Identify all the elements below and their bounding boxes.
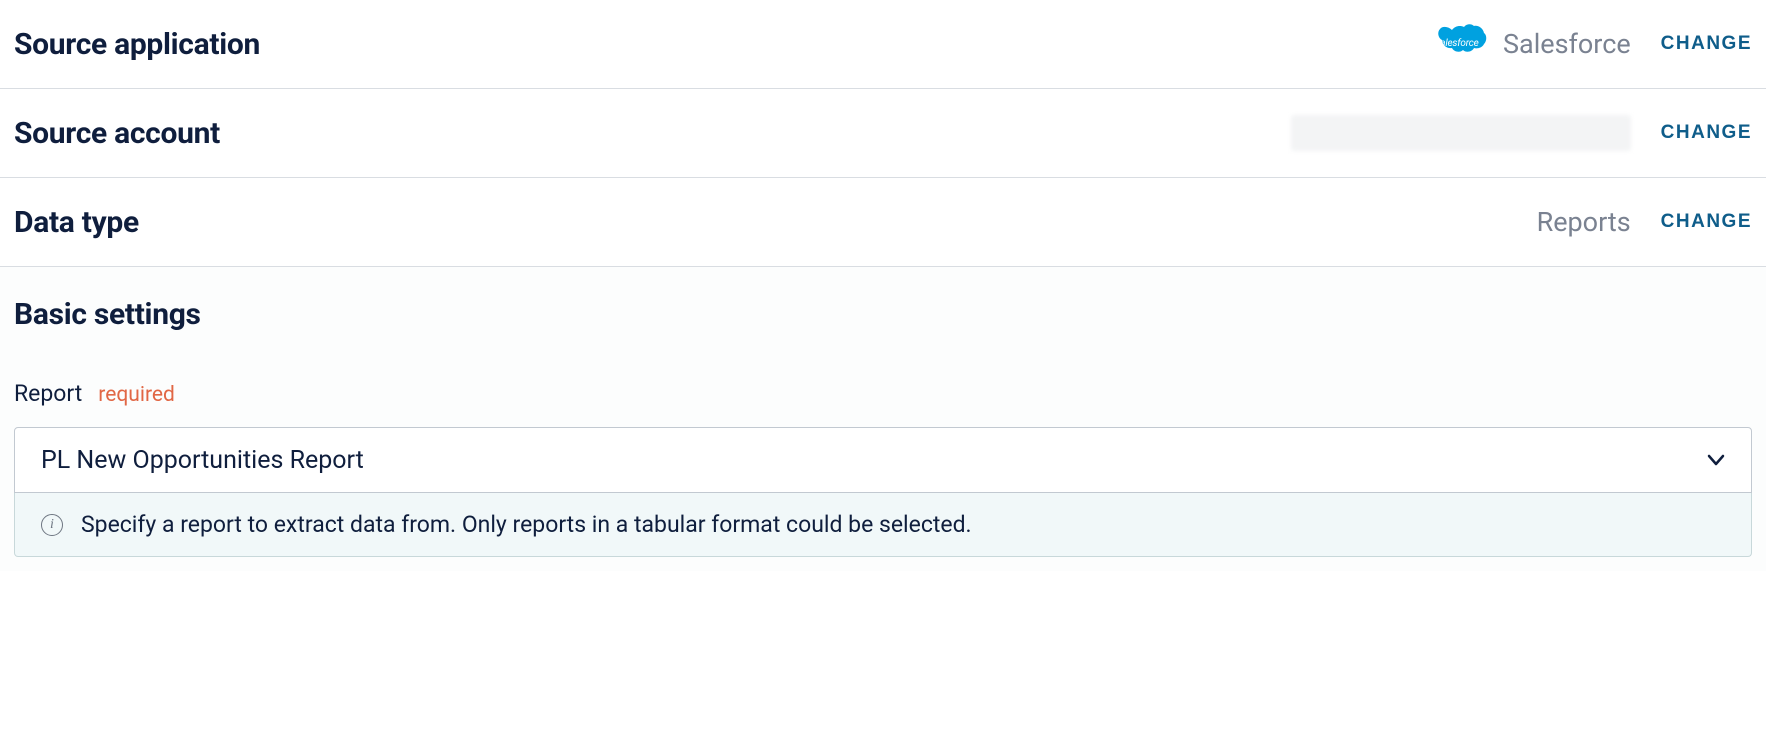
right-group: Reports CHANGE [1537, 206, 1752, 238]
report-select-value: PL New Opportunities Report [41, 446, 364, 475]
salesforce-logo-text: salesforce [1435, 38, 1478, 49]
section-title-data-type: Data type [14, 205, 139, 240]
info-icon: i [41, 514, 63, 536]
change-data-type-button[interactable]: CHANGE [1661, 207, 1752, 237]
source-account-value-redacted [1291, 115, 1631, 151]
section-source-account: Source account CHANGE [0, 89, 1766, 178]
section-source-application: Source application salesforce Salesforce… [0, 0, 1766, 89]
report-help-text: Specify a report to extract data from. O… [81, 511, 972, 538]
chevron-down-icon [1707, 451, 1725, 469]
change-source-application-button[interactable]: CHANGE [1661, 29, 1752, 59]
report-select[interactable]: PL New Opportunities Report [14, 427, 1752, 493]
required-tag: required [98, 383, 175, 407]
source-application-value-group: salesforce Salesforce [1427, 23, 1631, 65]
data-type-value: Reports [1537, 206, 1631, 238]
report-field-label: Report [14, 380, 82, 407]
section-title-basic-settings: Basic settings [14, 297, 1752, 332]
section-title-source-application: Source application [14, 27, 260, 62]
section-row: Source application salesforce Salesforce… [14, 0, 1752, 88]
right-group: CHANGE [1291, 115, 1752, 151]
section-data-type: Data type Reports CHANGE [0, 178, 1766, 266]
change-source-account-button[interactable]: CHANGE [1661, 118, 1752, 148]
salesforce-logo-icon: salesforce [1427, 23, 1487, 65]
section-title-source-account: Source account [14, 116, 220, 151]
report-help-box: i Specify a report to extract data from.… [14, 493, 1752, 557]
section-basic-settings: Basic settings Report required PL New Op… [0, 266, 1766, 571]
report-field-label-row: Report required [14, 380, 1752, 407]
section-row: Source account CHANGE [14, 89, 1752, 177]
source-application-value: Salesforce [1503, 28, 1631, 60]
right-group: salesforce Salesforce CHANGE [1427, 23, 1752, 65]
section-row: Data type Reports CHANGE [14, 178, 1752, 266]
